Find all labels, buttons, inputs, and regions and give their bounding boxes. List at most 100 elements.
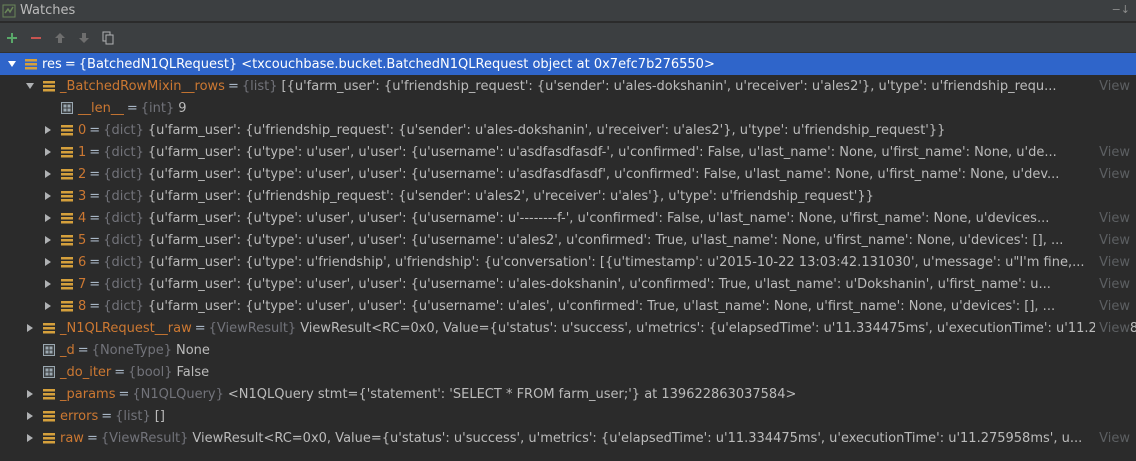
chevron-right-icon[interactable]: [24, 432, 36, 444]
chevron-right-icon[interactable]: [42, 190, 54, 202]
chevron-down-icon[interactable]: [6, 58, 18, 70]
tree-row[interactable]: __len__ = {int} 9: [0, 97, 1136, 119]
variable-value: 9: [178, 100, 187, 116]
chevron-right-icon[interactable]: [24, 388, 36, 400]
variable-name: 0: [78, 122, 87, 138]
chevron-right-icon[interactable]: [42, 256, 54, 268]
window-title: Watches: [20, 3, 76, 18]
view-link[interactable]: View: [1095, 276, 1130, 292]
chevron-right-icon[interactable]: [42, 212, 54, 224]
variable-value: {u'farm_user': {u'type': u'user', u'user…: [147, 210, 1050, 226]
equals-sign: =: [89, 122, 101, 138]
tree-row[interactable]: errors = {list}[]: [0, 405, 1136, 427]
variable-type: {bool}: [128, 364, 173, 380]
collection-icon: [43, 410, 55, 422]
view-link[interactable]: View: [1095, 430, 1130, 446]
view-link[interactable]: View: [1095, 232, 1130, 248]
view-link[interactable]: View: [1095, 144, 1130, 160]
tree-row[interactable]: res = {BatchedN1QLRequest} <txcouchbase.buc…: [0, 53, 1136, 75]
variable-name: _params: [60, 386, 116, 402]
variable-name: errors: [60, 408, 99, 424]
tree-row[interactable]: 7 = {dict} {u'farm_user': {u'type': u'user'…: [0, 273, 1136, 295]
equals-sign: =: [126, 100, 138, 116]
move-up-button[interactable]: [48, 26, 72, 50]
chevron-down-icon[interactable]: [24, 80, 36, 92]
variable-name: 6: [78, 254, 87, 270]
variable-name: 5: [78, 232, 87, 248]
variable-name: 2: [78, 166, 87, 182]
collection-icon: [43, 80, 55, 92]
move-down-button[interactable]: [72, 26, 96, 50]
view-link[interactable]: View: [1095, 320, 1130, 336]
collection-icon: [61, 124, 73, 136]
tree-row[interactable]: _do_iter = {bool} False: [0, 361, 1136, 383]
equals-sign: =: [89, 232, 101, 248]
equals-sign: =: [194, 320, 206, 336]
move-down-icon: [79, 32, 89, 43]
collection-icon: [61, 190, 73, 202]
watches-tree: res = {BatchedN1QLRequest} <txcouchbase.buc…: [0, 53, 1136, 461]
variable-type: {dict}: [103, 188, 144, 204]
variable-type: {N1QLQuery}: [132, 386, 224, 402]
view-link[interactable]: View: [1095, 210, 1130, 226]
tree-row[interactable]: 3 = {dict} {u'farm_user': {u'friendship_req…: [0, 185, 1136, 207]
tree-row[interactable]: 0 = {dict} {u'farm_user': {u'friendship_req…: [0, 119, 1136, 141]
variable-name: __len__: [78, 100, 124, 116]
variable-value: {u'farm_user': {u'type': u'user', u'user…: [147, 232, 1064, 248]
view-link[interactable]: View: [1095, 78, 1130, 94]
chevron-right-icon[interactable]: [42, 168, 54, 180]
variable-type: {dict}: [103, 210, 144, 226]
view-link[interactable]: View: [1095, 166, 1130, 182]
move-up-icon: [55, 32, 65, 43]
tree-row[interactable]: 1 = {dict} {u'farm_user': {u'type': u'user'…: [0, 141, 1136, 163]
chevron-right-icon[interactable]: [24, 322, 36, 334]
variable-value: []: [154, 408, 165, 424]
equals-sign: =: [89, 276, 101, 292]
tree-row[interactable]: 5 = {dict} {u'farm_user': {u'type': u'user'…: [0, 229, 1136, 251]
add-watch-button[interactable]: [0, 26, 24, 50]
chevron-right-icon[interactable]: [42, 300, 54, 312]
variable-type: {list}: [115, 408, 151, 424]
chevron-right-icon[interactable]: [24, 410, 36, 422]
variable-name: res: [42, 56, 62, 72]
pin-icon[interactable]: −↓: [1112, 3, 1130, 16]
chevron-right-icon[interactable]: [42, 124, 54, 136]
tree-row[interactable]: _params = {N1QLQuery} <N1QLQuery stmt={'sta…: [0, 383, 1136, 405]
remove-watch-button[interactable]: [24, 26, 48, 50]
variable-type: {list}: [241, 78, 278, 94]
copy-button[interactable]: [96, 26, 120, 50]
tree-row[interactable]: _d = {NoneType} None: [0, 339, 1136, 361]
equals-sign: =: [89, 166, 101, 182]
equals-sign: =: [227, 78, 239, 94]
collection-icon: [43, 432, 55, 444]
tree-row[interactable]: 2 = {dict} {u'farm_user': {u'type': u'user'…: [0, 163, 1136, 185]
collection-icon: [61, 278, 73, 290]
tree-row[interactable]: 8 = {dict} {u'farm_user': {u'type': u'user'…: [0, 295, 1136, 317]
tree-row[interactable]: raw = {ViewResult} ViewResult<RC=0x0, Value…: [0, 427, 1136, 449]
collection-icon: [61, 168, 73, 180]
view-link[interactable]: View: [1095, 298, 1130, 314]
collection-icon: [61, 300, 73, 312]
collection-icon: [43, 388, 55, 400]
chevron-right-icon[interactable]: [42, 146, 54, 158]
equals-sign: =: [77, 342, 89, 358]
variable-name: raw: [60, 430, 84, 446]
tree-row[interactable]: 4 = {dict} {u'farm_user': {u'type': u'user'…: [0, 207, 1136, 229]
variable-icon: [43, 366, 55, 378]
variable-type: {dict}: [103, 276, 144, 292]
chevron-right-icon[interactable]: [42, 278, 54, 290]
variable-name: 7: [78, 276, 87, 292]
variable-name: _N1QLRequest__raw: [60, 320, 192, 336]
equals-sign: =: [89, 254, 101, 270]
variable-name: 3: [78, 188, 87, 204]
collection-icon: [61, 256, 73, 268]
view-link[interactable]: View: [1095, 254, 1130, 270]
equals-sign: =: [114, 364, 126, 380]
copy-icon: [102, 31, 114, 44]
chevron-right-icon[interactable]: [42, 234, 54, 246]
tree-row[interactable]: _N1QLRequest__raw = {ViewResult} ViewResult…: [0, 317, 1136, 339]
tree-row[interactable]: _BatchedRowMixin__rows = {list} [{u'farm_us…: [0, 75, 1136, 97]
tree-row[interactable]: 6 = {dict} {u'farm_user': {u'type': u'frien…: [0, 251, 1136, 273]
variable-type: {ViewResult}: [100, 430, 189, 446]
